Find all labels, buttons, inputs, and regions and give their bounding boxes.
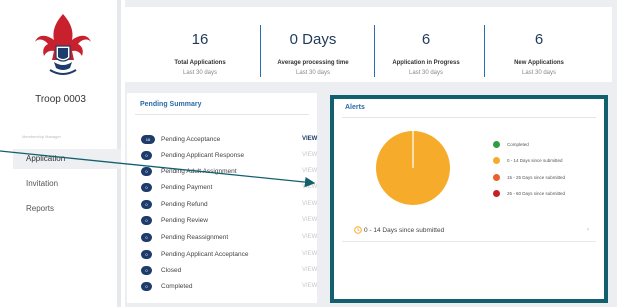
view-link[interactable]: VIEW [302, 167, 317, 176]
pending-label: Pending Payment [161, 184, 213, 191]
section-label: Membership Manager [22, 134, 61, 139]
pending-label: Completed [161, 283, 193, 290]
clock-icon [354, 226, 362, 234]
legend-dot [493, 141, 500, 148]
view-link[interactable]: VIEW [302, 216, 317, 225]
count-badge: 0 [141, 233, 152, 242]
pending-row: 0 Pending Applicant Response VIEW [141, 151, 317, 163]
sidebar-item-reports[interactable]: Reports [13, 199, 121, 219]
main-content: 16 Total Applications Last 30 days 0 Day… [125, 0, 617, 307]
count-badge: 0 [141, 250, 152, 259]
pending-row: 0 Completed VIEW [141, 282, 317, 294]
stat-application-in-progress: 6 Application in Progress Last 30 days [365, 7, 487, 82]
troop-logo-icon [35, 14, 91, 75]
count-badge: 16 [141, 135, 155, 144]
divider [342, 117, 596, 118]
view-link[interactable]: VIEW [302, 183, 317, 192]
count-badge: 0 [141, 216, 152, 225]
view-link[interactable]: VIEW [302, 250, 317, 259]
pending-label: Pending Applicant Response [161, 152, 245, 159]
pending-row: 0 Closed VIEW [141, 266, 317, 278]
stat-label: Application in Progress [392, 60, 460, 66]
view-link[interactable]: VIEW [302, 233, 317, 242]
view-link[interactable]: VIEW [302, 200, 317, 209]
legend-label: Completed [507, 142, 529, 147]
sidebar-item-invitation[interactable]: Invitation [13, 174, 121, 194]
legend-dot [493, 157, 500, 164]
sidebar-item-application[interactable]: Application [13, 149, 121, 169]
stat-sub: Last 30 days [182, 70, 218, 76]
view-link[interactable]: VIEW [302, 266, 317, 275]
count-badge: 0 [141, 282, 152, 291]
alerts-footer-label: 0 - 14 Days since submitted [364, 227, 445, 234]
pending-label: Pending Review [161, 217, 208, 224]
stat-sub: Last 30 days [295, 70, 331, 76]
stat-sub: Last 30 days [521, 70, 557, 76]
pending-label: Pending Applicant Acceptance [161, 251, 249, 258]
stat-sub: Last 30 days [408, 70, 444, 76]
legend-label: 15 - 25 Days since submitted [507, 175, 566, 180]
sidebar: Troop 0003 Membership Manager Applicatio… [0, 0, 121, 307]
pending-row: 16 Pending Acceptance VIEW [141, 135, 317, 147]
alerts-panel: Alerts Completed 0 - 14 Days since submi… [330, 95, 608, 303]
pending-row: 0 Pending Refund VIEW [141, 200, 317, 212]
count-badge: 0 [141, 200, 152, 209]
view-link[interactable]: VIEW [302, 151, 317, 160]
count-badge: 0 [141, 266, 152, 275]
legend-dot [493, 190, 500, 197]
legend-label: 0 - 14 Days since submitted [507, 158, 563, 163]
legend-label: 26 - 60 Days since submitted [507, 191, 566, 196]
legend-dot [493, 174, 500, 181]
count-badge: 0 [141, 183, 152, 192]
stat-average-processing-time: 0 Days Average processing time Last 30 d… [252, 7, 374, 82]
stat-label: Total Applications [174, 60, 226, 66]
pending-row: 0 Pending Adult Assignment VIEW [141, 167, 317, 179]
pending-label: Pending Refund [161, 201, 208, 208]
stats-bar: 16 Total Applications Last 30 days 0 Day… [125, 7, 612, 82]
pending-label: Pending Adult Assignment [161, 168, 237, 175]
chevron-right-icon[interactable]: › [587, 227, 589, 233]
stat-value: 6 [421, 31, 431, 48]
view-link[interactable]: VIEW [302, 282, 317, 291]
pending-summary-title: Pending Summary [140, 101, 202, 108]
troop-name: Troop 0003 [35, 94, 86, 105]
pending-row: 0 Pending Payment VIEW [141, 183, 317, 195]
pending-summary-panel: Pending Summary 16 Pending Acceptance VI… [127, 93, 317, 303]
alerts-pie-chart [376, 131, 450, 205]
pending-label: Pending Reassignment [161, 234, 229, 241]
stat-total-applications: 16 Total Applications Last 30 days [139, 7, 261, 82]
alerts-title: Alerts [345, 104, 365, 111]
view-link[interactable]: VIEW [302, 135, 317, 144]
stat-value: 16 [191, 31, 209, 48]
pending-label: Closed [161, 267, 182, 274]
pending-row: 0 Pending Reassignment VIEW [141, 233, 317, 245]
stat-new-applications: 6 New Applications Last 30 days [478, 7, 600, 82]
count-badge: 0 [141, 151, 152, 160]
pending-row: 0 Pending Applicant Acceptance VIEW [141, 250, 317, 262]
pending-row: 0 Pending Review VIEW [141, 216, 317, 228]
stat-label: New Applications [514, 60, 564, 66]
count-badge: 0 [141, 167, 152, 176]
stat-value: 6 [534, 31, 544, 48]
divider [342, 241, 596, 242]
pending-label: Pending Acceptance [161, 136, 221, 143]
stat-label: Average processing time [277, 60, 349, 66]
divider [135, 114, 309, 115]
stat-value: 0 Days [289, 31, 337, 48]
